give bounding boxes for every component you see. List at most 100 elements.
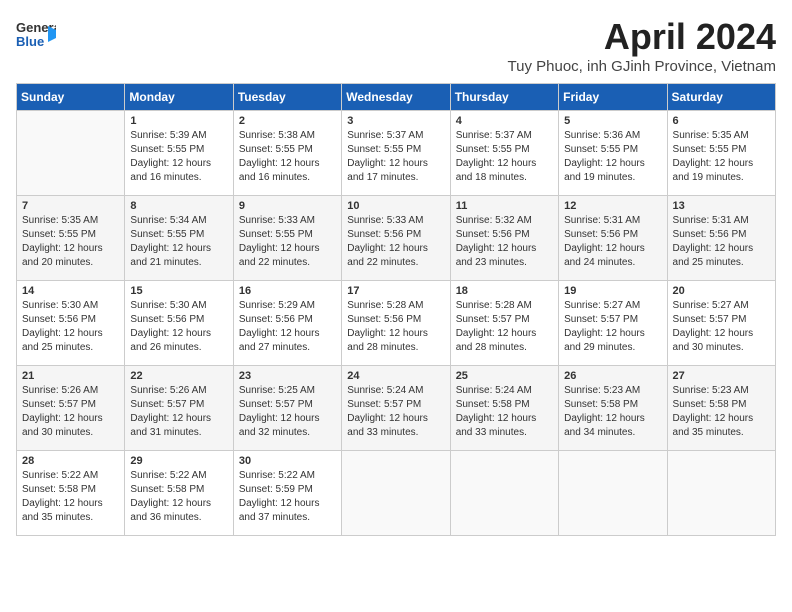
day-number: 28 [22, 455, 119, 467]
cell-info: Sunrise: 5:36 AMSunset: 5:55 PMDaylight:… [564, 129, 661, 185]
day-number: 23 [239, 370, 336, 382]
cell-info: Sunrise: 5:35 AMSunset: 5:55 PMDaylight:… [22, 214, 119, 270]
cell-info: Sunrise: 5:22 AMSunset: 5:59 PMDaylight:… [239, 469, 336, 525]
day-header-monday: Monday [125, 84, 233, 111]
day-number: 18 [456, 285, 553, 297]
calendar-cell: 10 Sunrise: 5:33 AMSunset: 5:56 PMDayligh… [342, 196, 450, 281]
cell-info: Sunrise: 5:30 AMSunset: 5:56 PMDaylight:… [130, 299, 227, 355]
cell-info: Sunrise: 5:30 AMSunset: 5:56 PMDaylight:… [22, 299, 119, 355]
calendar-cell: 19 Sunrise: 5:27 AMSunset: 5:57 PMDayligh… [559, 281, 667, 366]
day-number: 2 [239, 115, 336, 127]
cell-info: Sunrise: 5:39 AMSunset: 5:55 PMDaylight:… [130, 129, 227, 185]
cell-info: Sunrise: 5:35 AMSunset: 5:55 PMDaylight:… [673, 129, 770, 185]
day-number: 29 [130, 455, 227, 467]
cell-info: Sunrise: 5:28 AMSunset: 5:56 PMDaylight:… [347, 299, 444, 355]
calendar-cell: 22 Sunrise: 5:26 AMSunset: 5:57 PMDayligh… [125, 366, 233, 451]
calendar-cell [342, 451, 450, 536]
calendar-cell: 20Sunrise: 5:27 AMSunset: 5:57 PMDayligh… [667, 281, 775, 366]
day-number: 16 [239, 285, 336, 297]
calendar-cell: 3 Sunrise: 5:37 AMSunset: 5:55 PMDaylight… [342, 111, 450, 196]
calendar-cell: 30 Sunrise: 5:22 AMSunset: 5:59 PMDayligh… [233, 451, 341, 536]
day-number: 1 [130, 115, 227, 127]
cell-info: Sunrise: 5:31 AMSunset: 5:56 PMDaylight:… [564, 214, 661, 270]
logo-icon: General Blue [16, 16, 56, 57]
day-header-thursday: Thursday [450, 84, 558, 111]
day-number: 27 [673, 370, 770, 382]
day-header-wednesday: Wednesday [342, 84, 450, 111]
cell-info: Sunrise: 5:31 AMSunset: 5:56 PMDaylight:… [673, 214, 770, 270]
calendar-cell: 9 Sunrise: 5:33 AMSunset: 5:55 PMDaylight… [233, 196, 341, 281]
cell-info: Sunrise: 5:29 AMSunset: 5:56 PMDaylight:… [239, 299, 336, 355]
day-number: 5 [564, 115, 661, 127]
day-number: 30 [239, 455, 336, 467]
calendar-cell: 8 Sunrise: 5:34 AMSunset: 5:55 PMDaylight… [125, 196, 233, 281]
calendar-table: SundayMondayTuesdayWednesdayThursdayFrid… [16, 83, 776, 536]
calendar-cell: 5 Sunrise: 5:36 AMSunset: 5:55 PMDaylight… [559, 111, 667, 196]
day-number: 10 [347, 200, 444, 212]
calendar-cell: 27Sunrise: 5:23 AMSunset: 5:58 PMDayligh… [667, 366, 775, 451]
calendar-cell: 23 Sunrise: 5:25 AMSunset: 5:57 PMDayligh… [233, 366, 341, 451]
calendar-cell: 2 Sunrise: 5:38 AMSunset: 5:55 PMDaylight… [233, 111, 341, 196]
calendar-cell: 16 Sunrise: 5:29 AMSunset: 5:56 PMDayligh… [233, 281, 341, 366]
subtitle: Tuy Phuoc, inh GJinh Province, Vietnam [508, 58, 776, 75]
calendar-cell: 15 Sunrise: 5:30 AMSunset: 5:56 PMDayligh… [125, 281, 233, 366]
cell-info: Sunrise: 5:38 AMSunset: 5:55 PMDaylight:… [239, 129, 336, 185]
calendar-cell: 28 Sunrise: 5:22 AMSunset: 5:58 PMDayligh… [17, 451, 125, 536]
day-number: 21 [22, 370, 119, 382]
calendar-cell: 12 Sunrise: 5:31 AMSunset: 5:56 PMDayligh… [559, 196, 667, 281]
calendar-cell: 25Sunrise: 5:24 AMSunset: 5:58 PMDayligh… [450, 366, 558, 451]
day-number: 24 [347, 370, 444, 382]
calendar-cell: 1 Sunrise: 5:39 AMSunset: 5:55 PMDaylight… [125, 111, 233, 196]
calendar-cell [17, 111, 125, 196]
day-number: 4 [456, 115, 553, 127]
cell-info: Sunrise: 5:37 AMSunset: 5:55 PMDaylight:… [456, 129, 553, 185]
day-number: 6 [673, 115, 770, 127]
cell-info: Sunrise: 5:34 AMSunset: 5:55 PMDaylight:… [130, 214, 227, 270]
cell-info: Sunrise: 5:24 AMSunset: 5:57 PMDaylight:… [347, 384, 444, 440]
day-number: 15 [130, 285, 227, 297]
calendar-cell: 17Sunrise: 5:28 AMSunset: 5:56 PMDayligh… [342, 281, 450, 366]
day-number: 19 [564, 285, 661, 297]
cell-info: Sunrise: 5:26 AMSunset: 5:57 PMDaylight:… [22, 384, 119, 440]
calendar-cell [667, 451, 775, 536]
cell-info: Sunrise: 5:24 AMSunset: 5:58 PMDaylight:… [456, 384, 553, 440]
calendar-cell: 29 Sunrise: 5:22 AMSunset: 5:58 PMDayligh… [125, 451, 233, 536]
day-number: 12 [564, 200, 661, 212]
cell-info: Sunrise: 5:22 AMSunset: 5:58 PMDaylight:… [130, 469, 227, 525]
logo: General Blue [16, 16, 56, 57]
cell-info: Sunrise: 5:33 AMSunset: 5:55 PMDaylight:… [239, 214, 336, 270]
cell-info: Sunrise: 5:32 AMSunset: 5:56 PMDaylight:… [456, 214, 553, 270]
day-number: 14 [22, 285, 119, 297]
day-number: 9 [239, 200, 336, 212]
calendar-cell: 6 Sunrise: 5:35 AMSunset: 5:55 PMDaylight… [667, 111, 775, 196]
cell-info: Sunrise: 5:27 AMSunset: 5:57 PMDaylight:… [564, 299, 661, 355]
calendar-cell [559, 451, 667, 536]
day-number: 8 [130, 200, 227, 212]
calendar-cell: 4 Sunrise: 5:37 AMSunset: 5:55 PMDaylight… [450, 111, 558, 196]
calendar-cell: 24 Sunrise: 5:24 AMSunset: 5:57 PMDayligh… [342, 366, 450, 451]
cell-info: Sunrise: 5:27 AMSunset: 5:57 PMDaylight:… [673, 299, 770, 355]
calendar-cell: 21 Sunrise: 5:26 AMSunset: 5:57 PMDayligh… [17, 366, 125, 451]
cell-info: Sunrise: 5:25 AMSunset: 5:57 PMDaylight:… [239, 384, 336, 440]
day-number: 3 [347, 115, 444, 127]
svg-text:Blue: Blue [16, 34, 44, 49]
day-header-saturday: Saturday [667, 84, 775, 111]
day-number: 7 [22, 200, 119, 212]
cell-info: Sunrise: 5:22 AMSunset: 5:58 PMDaylight:… [22, 469, 119, 525]
calendar-cell: 13Sunrise: 5:31 AMSunset: 5:56 PMDayligh… [667, 196, 775, 281]
calendar-cell [450, 451, 558, 536]
cell-info: Sunrise: 5:37 AMSunset: 5:55 PMDaylight:… [347, 129, 444, 185]
day-number: 11 [456, 200, 553, 212]
calendar-cell: 14 Sunrise: 5:30 AMSunset: 5:56 PMDayligh… [17, 281, 125, 366]
cell-info: Sunrise: 5:23 AMSunset: 5:58 PMDaylight:… [564, 384, 661, 440]
day-header-sunday: Sunday [17, 84, 125, 111]
cell-info: Sunrise: 5:33 AMSunset: 5:56 PMDaylight:… [347, 214, 444, 270]
calendar-cell: 11 Sunrise: 5:32 AMSunset: 5:56 PMDayligh… [450, 196, 558, 281]
month-title: April 2024 [508, 16, 776, 58]
calendar-cell: 7 Sunrise: 5:35 AMSunset: 5:55 PMDaylight… [17, 196, 125, 281]
cell-info: Sunrise: 5:26 AMSunset: 5:57 PMDaylight:… [130, 384, 227, 440]
day-number: 22 [130, 370, 227, 382]
title-area: April 2024 Tuy Phuoc, inh GJinh Province… [508, 16, 776, 75]
calendar-cell: 18Sunrise: 5:28 AMSunset: 5:57 PMDayligh… [450, 281, 558, 366]
page-header: General Blue April 2024 Tuy Phuoc, inh G… [16, 16, 776, 75]
